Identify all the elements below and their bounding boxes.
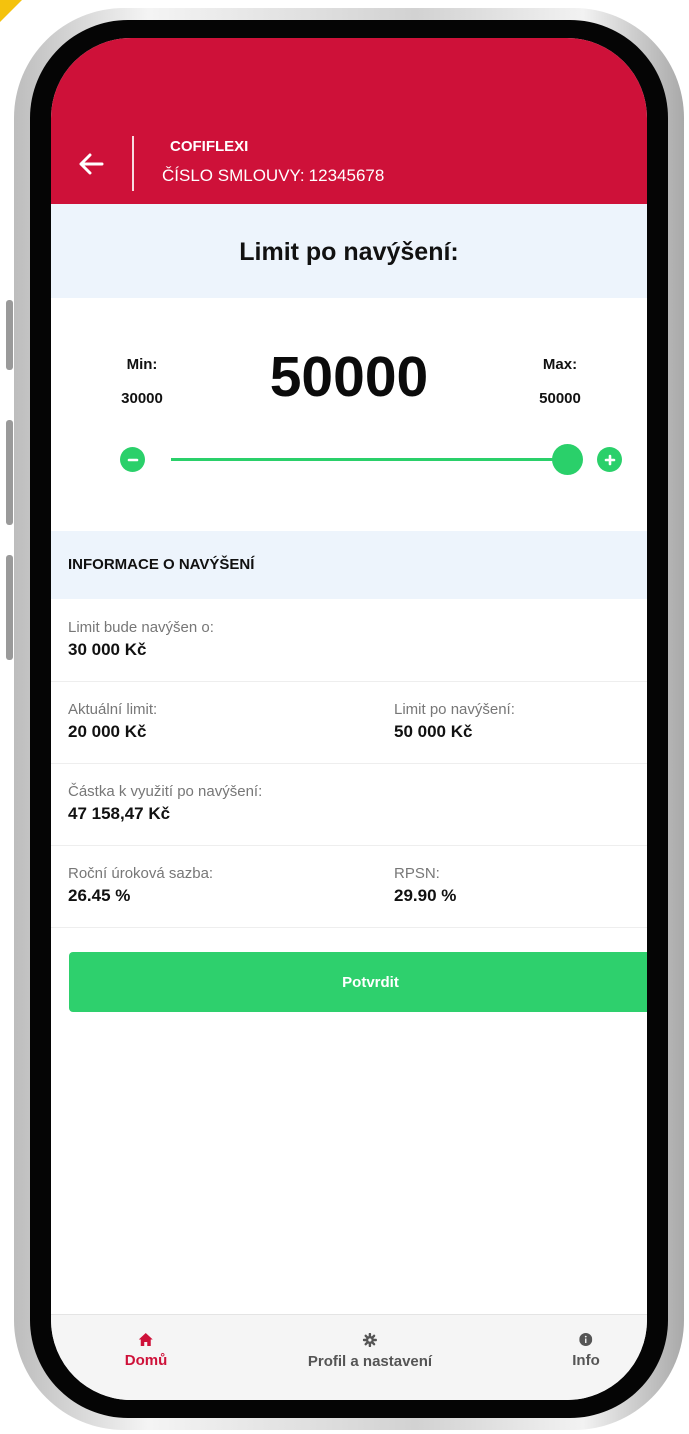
max-label: Max: [542, 356, 578, 373]
max-block: Max: 50000 [515, 356, 605, 407]
home-icon [139, 1333, 153, 1346]
nav-info-label: Info [572, 1352, 600, 1369]
info-cell: Limit bude navýšen o: 30 000 Kč [68, 619, 214, 660]
corner-accent [0, 0, 22, 22]
rpsn-value: 29.90 % [394, 886, 457, 905]
info-cell: Limit po navýšení: 50 000 Kč [394, 701, 515, 742]
info-row: Částka k využití po navýšení: 47 158,47 … [51, 763, 647, 846]
increase-label: Limit bude navýšen o: [68, 619, 214, 636]
limit-slider-track[interactable] [171, 458, 567, 461]
app-name: COFIFLEXI [170, 138, 249, 155]
contract-info: ČÍSLO SMLOUVY: 12345678 [162, 166, 384, 186]
info-row: Aktuální limit: 20 000 Kč Limit po navýš… [51, 681, 647, 764]
back-button[interactable] [71, 144, 111, 184]
confirm-button[interactable]: Potvrdit [69, 952, 647, 1012]
decrease-button[interactable] [120, 447, 145, 472]
nav-home[interactable]: Domů [124, 1333, 168, 1369]
nav-info[interactable]: Info [572, 1333, 600, 1369]
contract-label: ČÍSLO SMLOUVY: [162, 166, 305, 185]
usable-amount-label: Částka k využití po navýšení: [68, 783, 263, 800]
increase-button[interactable] [597, 447, 622, 472]
current-limit-value: 20 000 Kč [68, 722, 147, 741]
phone-frame: COFIFLEXI ČÍSLO SMLOUVY: 12345678 Limit p… [14, 8, 684, 1430]
app-screen: COFIFLEXI ČÍSLO SMLOUVY: 12345678 Limit p… [51, 38, 647, 1400]
current-limit-label: Aktuální limit: [68, 701, 158, 718]
info-cell: Částka k využití po navýšení: 47 158,47 … [68, 783, 262, 824]
plus-icon [604, 454, 615, 465]
info-row: Roční úroková sazba: 26.45 % RPSN: 29.90… [51, 845, 647, 928]
minus-icon [127, 458, 138, 461]
header-divider [132, 136, 134, 191]
info-cell: RPSN: 29.90 % [394, 865, 456, 906]
info-row: Limit bude navýšen o: 30 000 Kč [51, 599, 647, 682]
interest-rate-value: 26.45 % [68, 886, 131, 905]
nav-home-label: Domů [124, 1352, 168, 1369]
increase-value: 30 000 Kč [68, 640, 147, 659]
contract-number: 12345678 [308, 166, 385, 185]
limit-slider-thumb[interactable] [551, 444, 583, 475]
bottom-navigation: Domů Profil a nastavení Info [51, 1314, 647, 1400]
new-limit-value: 50 000 Kč [394, 722, 473, 741]
info-cell: Roční úroková sazba: 26.45 % [68, 865, 213, 906]
phone-side-button [6, 420, 13, 525]
info-section-title: INFORMACE O NAVÝŠENÍ [68, 556, 255, 573]
app-header: COFIFLEXI ČÍSLO SMLOUVY: 12345678 [51, 38, 647, 204]
nav-profile-label: Profil a nastavení [307, 1353, 433, 1370]
arrow-left-icon [79, 153, 104, 175]
gear-icon [363, 1333, 377, 1347]
limit-title-band: Limit po navýšení: [51, 204, 647, 298]
page-title: Limit po navýšení: [239, 238, 459, 266]
rpsn-label: RPSN: [394, 865, 440, 882]
usable-amount-value: 47 158,47 Kč [68, 804, 171, 823]
new-limit-label: Limit po navýšení: [394, 701, 515, 718]
nav-profile-settings[interactable]: Profil a nastavení [308, 1333, 432, 1370]
phone-side-button [6, 555, 13, 660]
info-cell: Aktuální limit: 20 000 Kč [68, 701, 157, 742]
max-value: 50000 [539, 390, 581, 407]
info-icon [579, 1333, 593, 1346]
phone-side-button [6, 300, 13, 370]
info-section-header: INFORMACE O NAVÝŠENÍ [51, 531, 647, 599]
interest-rate-label: Roční úroková sazba: [68, 865, 214, 882]
phone-bezel: COFIFLEXI ČÍSLO SMLOUVY: 12345678 Limit p… [30, 20, 668, 1418]
